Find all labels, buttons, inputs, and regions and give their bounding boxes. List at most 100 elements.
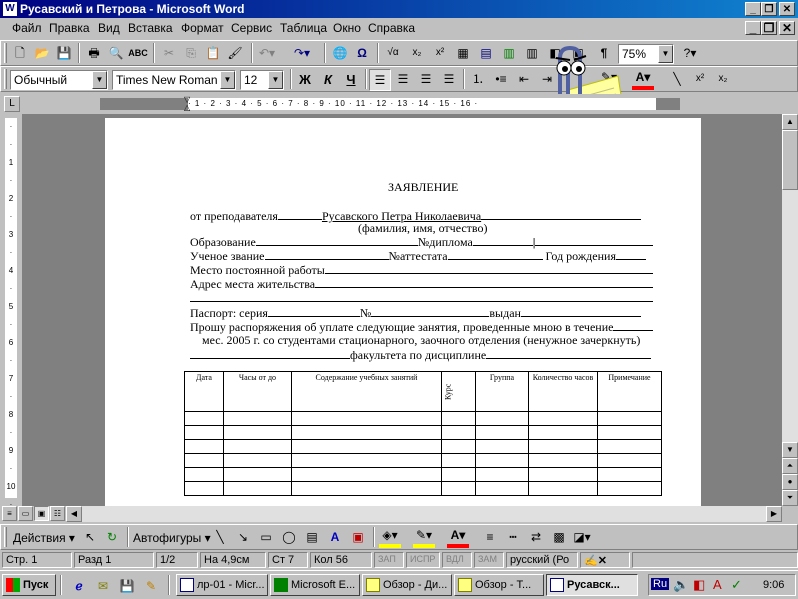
menu-file[interactable]: Файл (12, 21, 42, 35)
print-preview-icon[interactable]: 🔍 (105, 42, 127, 64)
vertical-scrollbar[interactable]: ▲ ▼ ⏶ ● ⏷ (782, 114, 798, 506)
subscript-icon[interactable]: x₂ (406, 42, 428, 64)
menu-tools[interactable]: Сервис (231, 21, 272, 35)
format-painter-icon[interactable]: 🖌 (224, 42, 246, 64)
draw-font-color-icon[interactable]: A▾ (447, 526, 469, 548)
insert-excel-icon[interactable]: ▥ (498, 42, 520, 64)
menu-help[interactable]: Справка (368, 21, 415, 35)
task-excel[interactable]: Microsoft E... (270, 574, 360, 596)
normal-view-button[interactable]: ≡ (2, 506, 17, 521)
horizontal-ruler[interactable]: L · 1 · 2 · 3 · 4 · 5 · 6 · 7 · 8 · 9 · … (0, 94, 798, 114)
tables-borders-icon[interactable]: ▦ (452, 42, 474, 64)
tray-font-icon[interactable]: A (713, 577, 722, 592)
doc-restore-button[interactable]: ❐ (761, 21, 777, 35)
cut-icon[interactable]: ✂ (158, 42, 180, 64)
insert-table-icon[interactable]: ▤ (475, 42, 497, 64)
wordart-icon[interactable]: A (324, 526, 346, 548)
save-icon[interactable]: 💾 (53, 42, 75, 64)
bullets-icon[interactable]: •≡ (490, 68, 512, 90)
align-right-button[interactable]: ☰ (415, 68, 437, 90)
align-center-button[interactable]: ☰ (392, 68, 414, 90)
restore-button[interactable]: ❐ (761, 2, 777, 16)
spelling-status-icon[interactable]: ✍✕ (580, 552, 630, 568)
hyperlink-icon[interactable]: 🌐 (329, 42, 351, 64)
text-box-icon[interactable]: ▤ (301, 526, 323, 548)
prev-page-button[interactable]: ⏶ (782, 458, 798, 474)
scroll-right-button[interactable]: ▶ (766, 506, 782, 522)
line-icon[interactable]: ╲ (666, 68, 688, 90)
new-document-icon[interactable]: 🗋 (9, 42, 31, 64)
speaker-icon[interactable]: 🔈 (673, 577, 689, 593)
status-ovr[interactable]: ЗАМ (474, 552, 504, 568)
redo-icon[interactable]: ↷▾ (291, 42, 313, 64)
indent-marker[interactable]: ▽ △ (184, 96, 192, 112)
next-page-button[interactable]: ⏷ (782, 490, 798, 506)
menu-window[interactable]: Окно (333, 21, 361, 35)
line-color-icon[interactable]: ✎▾ (413, 526, 435, 548)
horizontal-scrollbar[interactable]: ◀ ▶ (66, 506, 782, 522)
draw-line-icon[interactable]: ╲ (209, 526, 231, 548)
spelling-icon[interactable]: ABC (127, 42, 149, 64)
menu-view[interactable]: Вид (98, 21, 120, 35)
menu-insert[interactable]: Вставка (128, 21, 173, 35)
menu-format[interactable]: Формат (181, 21, 224, 35)
scroll-up-button[interactable]: ▲ (782, 114, 798, 130)
underline-button[interactable]: Ч (340, 68, 362, 90)
justify-button[interactable]: ☰ (438, 68, 460, 90)
font-color-icon[interactable]: A▾ (632, 68, 654, 90)
zoom-select[interactable]: 75% ▼ (618, 44, 674, 64)
task-explorer-1[interactable]: Обзор - Ди... (362, 574, 452, 596)
select-browse-object-button[interactable]: ● (782, 474, 798, 490)
status-trk[interactable]: ИСПР (406, 552, 440, 568)
3d-icon[interactable]: ◪▾ (571, 526, 593, 548)
vertical-ruler[interactable]: · · 1 · 2 · 3 · 4 · 5 · 6 · 7 · 8 · 9 · 10 · (0, 114, 22, 506)
tray-app-icon[interactable]: ◧ (693, 577, 705, 593)
word-icon[interactable]: W (3, 2, 17, 16)
tab-selector[interactable]: L (4, 96, 20, 112)
equation-icon[interactable]: √α (382, 42, 404, 64)
doc-minimize-button[interactable]: _ (745, 21, 761, 35)
superscript2-icon[interactable]: x² (689, 68, 711, 90)
superscript-icon[interactable]: x² (429, 42, 451, 64)
font-size-select[interactable]: 12 ▼ (240, 70, 284, 90)
status-language[interactable]: русский (Ро (506, 552, 578, 568)
task-word-active[interactable]: Русавск... (546, 574, 638, 596)
arrow-style-icon[interactable]: ⇄ (525, 526, 547, 548)
align-left-button[interactable]: ☰ (369, 69, 391, 91)
bold-button[interactable]: Ж (294, 68, 316, 90)
fill-color-icon[interactable]: ◈▾ (379, 526, 401, 548)
style-select[interactable]: Обычный ▼ (10, 70, 108, 90)
italic-button[interactable]: К (317, 68, 339, 90)
start-button[interactable]: Пуск (2, 574, 56, 596)
symbol-icon[interactable]: Ω (351, 42, 373, 64)
paste-icon[interactable]: 📋 (202, 42, 224, 64)
scroll-thumb[interactable] (782, 130, 798, 190)
language-indicator[interactable]: Ru (651, 578, 670, 590)
print-view-button[interactable]: ▣ (34, 506, 49, 521)
outline-view-button[interactable]: ☷ (50, 506, 65, 521)
line-style-icon[interactable]: ≡ (479, 526, 501, 548)
menu-edit[interactable]: Правка (49, 21, 90, 35)
help-icon[interactable]: ?▾ (679, 42, 701, 64)
rectangle-icon[interactable]: ▭ (255, 526, 277, 548)
dash-style-icon[interactable]: ┅ (502, 526, 524, 548)
ie-quicklaunch-icon[interactable]: ℯ (68, 575, 90, 597)
save-quicklaunch-icon[interactable]: 💾 (116, 575, 138, 597)
scroll-down-button[interactable]: ▼ (782, 442, 798, 458)
font-select[interactable]: Times New Roman ▼ (112, 70, 236, 90)
oval-icon[interactable]: ◯ (278, 526, 300, 548)
menu-table[interactable]: Таблица (280, 21, 327, 35)
task-explorer-2[interactable]: Обзор - Т... (454, 574, 544, 596)
doc-close-button[interactable]: ✕ (779, 21, 795, 35)
free-rotate-icon[interactable]: ↻ (101, 526, 123, 548)
minimize-button[interactable]: _ (745, 2, 761, 16)
document-page[interactable] (105, 118, 701, 506)
draw-arrow-icon[interactable]: ↘ (232, 526, 254, 548)
tray-check-icon[interactable]: ✓ (731, 577, 742, 593)
close-button[interactable]: ✕ (779, 2, 795, 16)
task-word-lr01[interactable]: лр-01 - Micr... (176, 574, 268, 596)
open-folder-icon[interactable]: 📂 (31, 42, 53, 64)
autoshapes-menu[interactable]: Автофигуры ▾ (133, 531, 211, 545)
scroll-left-button[interactable]: ◀ (66, 506, 82, 522)
actions-menu[interactable]: Действия ▾ (13, 531, 75, 545)
